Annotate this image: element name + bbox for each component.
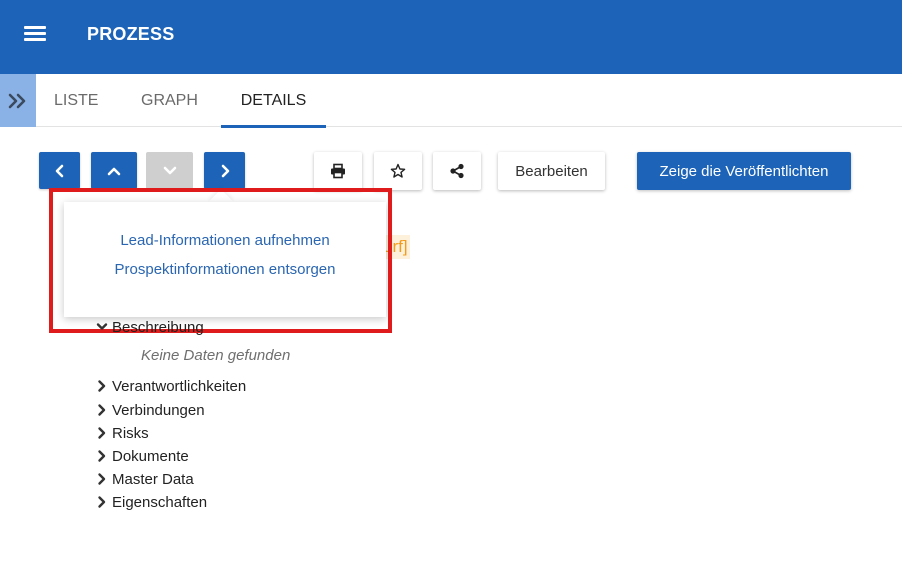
section-label: Dokumente [112, 447, 189, 465]
chevron-right-icon [98, 450, 106, 462]
share-button[interactable] [433, 152, 481, 190]
chevron-right-icon [98, 427, 106, 439]
section-beschreibung[interactable]: Beschreibung [96, 317, 204, 337]
tab-graph[interactable]: GRAPH [141, 74, 198, 127]
section-dokumente[interactable]: Dokumente [96, 446, 189, 466]
section-label: Beschreibung [112, 318, 204, 336]
app-bar: PROZESS [0, 0, 902, 74]
section-label: Verbindungen [112, 401, 205, 419]
section-verbindungen[interactable]: Verbindungen [96, 400, 205, 420]
star-icon [390, 163, 406, 178]
chevron-up-icon [107, 167, 121, 175]
tab-liste[interactable]: LISTE [54, 74, 98, 127]
chevron-left-icon [55, 164, 63, 177]
section-label: Eigenschaften [112, 493, 208, 511]
chevron-down-icon [96, 323, 108, 330]
favorite-button[interactable] [374, 152, 422, 190]
double-chevron-right-icon [8, 93, 26, 108]
show-published-button[interactable]: Zeige die Veröffentlichten [637, 152, 851, 190]
expand-sidebar-button[interactable] [0, 74, 36, 127]
tab-bar: LISTE GRAPH DETAILS [0, 74, 902, 128]
empty-state-text: Keine Daten gefunden [141, 347, 291, 364]
highlight-box [49, 188, 392, 333]
print-icon [331, 163, 345, 179]
chevron-right-icon [98, 404, 106, 416]
section-risks[interactable]: Risks [96, 423, 149, 443]
next-button[interactable] [204, 152, 245, 189]
chevron-right-icon [98, 380, 106, 392]
page-title: PROZESS [87, 24, 175, 44]
share-icon [450, 163, 464, 179]
chevron-right-icon [98, 473, 106, 485]
move-down-button[interactable] [146, 152, 193, 189]
tab-details[interactable]: DETAILS [221, 74, 326, 128]
section-master-data[interactable]: Master Data [96, 469, 194, 489]
chevron-down-icon [163, 166, 176, 174]
section-verantwortlichkeiten[interactable]: Verantwortlichkeiten [96, 376, 246, 396]
edit-button[interactable]: Bearbeiten [498, 152, 605, 190]
section-label: Master Data [112, 470, 194, 488]
section-label: Risks [112, 424, 149, 442]
print-button[interactable] [314, 152, 362, 190]
chevron-right-icon [221, 164, 229, 177]
section-label: Verantwortlichkeiten [112, 377, 247, 395]
section-eigenschaften[interactable]: Eigenschaften [96, 492, 207, 512]
chevron-right-icon [98, 496, 106, 508]
hamburger-menu-icon[interactable] [18, 22, 52, 48]
move-up-button[interactable] [91, 152, 137, 189]
previous-button[interactable] [39, 152, 80, 189]
